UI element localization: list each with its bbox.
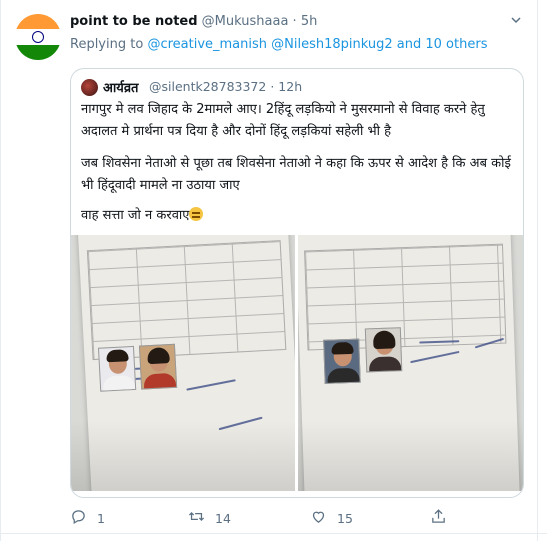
divider xyxy=(0,533,547,534)
like-count: 15 xyxy=(337,510,353,526)
quoted-time: 12h xyxy=(278,79,303,94)
quoted-tweet[interactable]: आर्यव्रत @silentk28783372 · 12h नागपुर म… xyxy=(70,68,524,498)
replying-user-link[interactable]: @creative_manish xyxy=(147,37,267,52)
share-icon xyxy=(430,508,447,528)
quoted-author-handle: @silentk28783372 xyxy=(149,79,267,94)
avatar[interactable] xyxy=(15,14,61,60)
quoted-paragraph: नागपुर मे लव जिहाद के 2मामले आए। 2हिंदू … xyxy=(81,102,485,139)
reply-icon xyxy=(70,508,87,528)
divider xyxy=(0,0,1,541)
quoted-meta: @silentk28783372 · 12h xyxy=(149,79,302,94)
separator-dot: · xyxy=(292,14,297,29)
replying-prefix: Replying to xyxy=(70,37,144,52)
tweet-actions: 1 14 15 xyxy=(70,508,470,528)
quoted-paragraph: वाह सत्ता जो न करवाए xyxy=(81,205,517,227)
replying-user-link[interactable]: @Nilesh18pinkug2 xyxy=(271,37,393,52)
reply-button[interactable]: 1 xyxy=(70,508,105,528)
reply-count: 1 xyxy=(97,510,105,526)
quoted-paragraph: जब शिवसेना नेताओ से पूछा तब शिवसेना नेता… xyxy=(81,156,511,193)
retweet-icon xyxy=(188,508,205,528)
tweet-card[interactable]: point to be noted @Mukushaaa · 5h Replyi… xyxy=(0,0,547,541)
author-handle[interactable]: @Mukushaaa xyxy=(202,14,289,29)
separator-dot: · xyxy=(270,79,275,94)
marriage-notice-photo-1[interactable] xyxy=(71,235,295,491)
like-button[interactable]: 15 xyxy=(310,508,353,528)
chevron-down-icon[interactable] xyxy=(510,14,522,29)
author-name[interactable]: point to be noted xyxy=(70,14,198,29)
retweet-button[interactable]: 14 xyxy=(188,508,231,528)
replying-others-link[interactable]: and 10 others xyxy=(397,37,488,52)
quoted-paragraph-text: वाह सत्ता जो न करवाए xyxy=(81,208,190,223)
like-icon xyxy=(310,508,327,528)
quoted-author-name: आर्यव्रत xyxy=(103,81,139,96)
tweet-time[interactable]: 5h xyxy=(301,14,318,29)
share-button[interactable] xyxy=(430,508,447,528)
replying-to: Replying to @creative_manish @Nilesh18pi… xyxy=(70,37,487,52)
tweet-header: point to be noted @Mukushaaa · 5h xyxy=(70,14,317,29)
marriage-notice-photo-2[interactable] xyxy=(298,235,523,491)
unamused-face-emoji xyxy=(189,207,204,221)
divider xyxy=(537,0,538,541)
quoted-avatar xyxy=(81,79,98,96)
retweet-count: 14 xyxy=(215,510,231,526)
